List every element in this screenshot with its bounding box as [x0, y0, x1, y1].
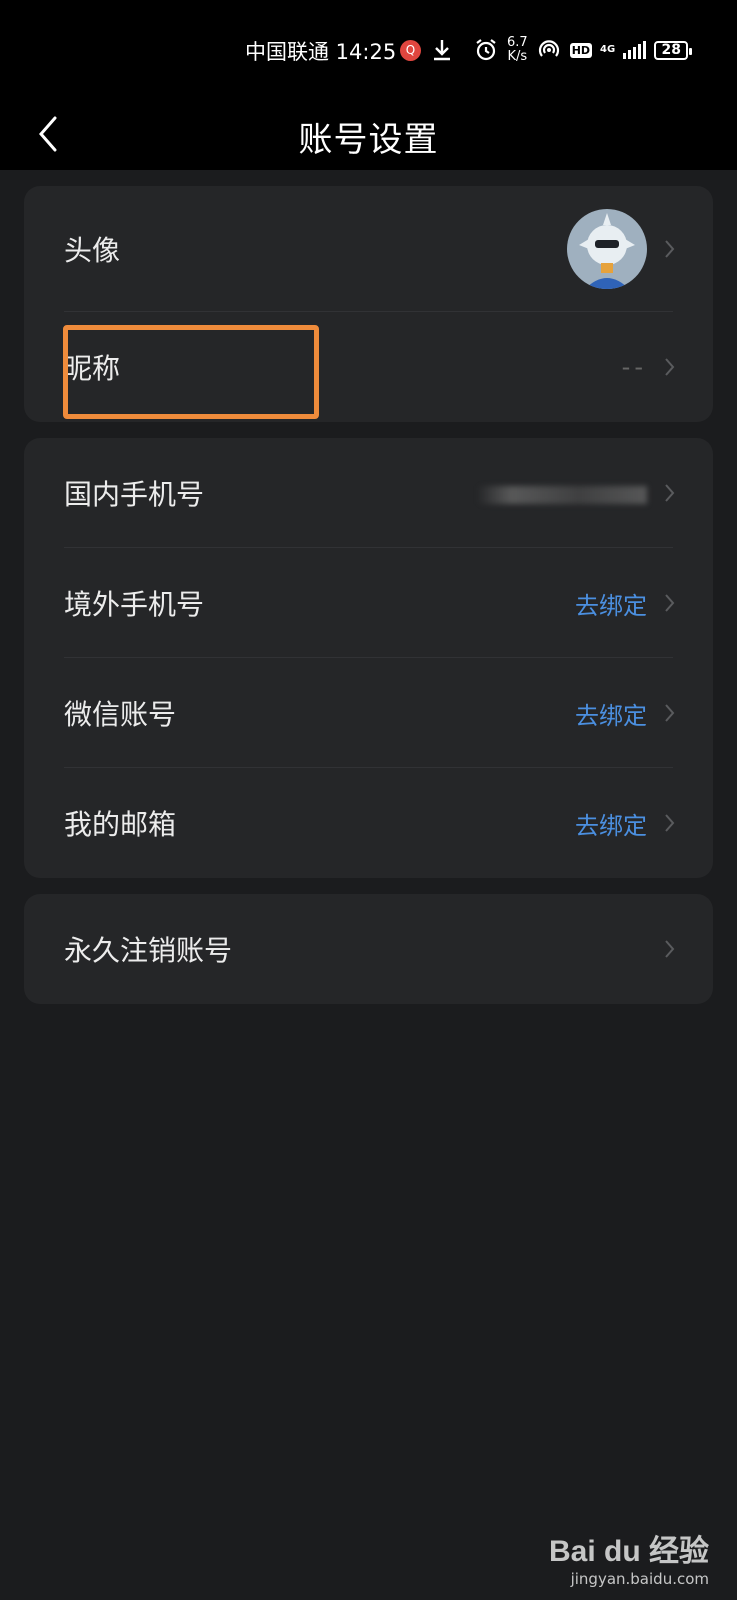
battery-icon: 28: [654, 40, 693, 60]
download-icon: [429, 37, 455, 63]
chevron-right-icon: [665, 704, 675, 722]
network-type: 4G: [600, 44, 616, 55]
bind-link[interactable]: 去绑定: [575, 696, 647, 731]
danger-card: 永久注销账号: [24, 894, 713, 1004]
bind-link[interactable]: 去绑定: [575, 806, 647, 841]
chevron-right-icon: [665, 940, 675, 958]
row-label: 国内手机号: [64, 478, 205, 511]
row-avatar[interactable]: 头像: [24, 186, 713, 312]
chevron-right-icon: [665, 358, 675, 376]
row-label: 头像: [64, 234, 121, 267]
chevron-right-icon: [665, 240, 675, 258]
row-label: 境外手机号: [64, 588, 205, 621]
watermark-url: jingyan.baidu.com: [570, 1570, 709, 1588]
page-title: 账号设置: [298, 120, 439, 160]
annotation-highlight-box: [63, 325, 319, 419]
avatar[interactable]: [567, 209, 647, 289]
bind-link[interactable]: 去绑定: [575, 586, 647, 621]
redacted-phone-number: [477, 486, 647, 504]
chevron-right-icon: [665, 814, 675, 832]
carrier-time: 中国联通 14:25: [245, 40, 397, 64]
chevron-right-icon: [665, 484, 675, 502]
row-label: 微信账号: [64, 698, 177, 731]
alarm-icon: [473, 37, 499, 63]
row-domestic-phone[interactable]: 国内手机号: [24, 438, 713, 548]
row-label: 永久注销账号: [64, 934, 233, 967]
status-icons: Q 6.7 K/s HD 4G 28: [400, 32, 693, 68]
row-delete-account[interactable]: 永久注销账号: [24, 894, 713, 1004]
app-header: 账号设置: [0, 100, 737, 170]
status-bar: 中国联通 14:25 Q 6.7 K/s HD 4G 28: [0, 0, 737, 100]
chevron-right-icon: [665, 594, 675, 612]
notification-icon: Q: [400, 39, 421, 61]
row-overseas-phone[interactable]: 境外手机号 去绑定: [24, 548, 713, 658]
bindings-card: 国内手机号 境外手机号 去绑定 微信账号 去绑定 我的邮箱 去绑定: [24, 438, 713, 878]
row-email[interactable]: 我的邮箱 去绑定: [24, 768, 713, 878]
network-speed: 6.7 K/s: [507, 35, 528, 64]
watermark-logo: Bai du 经验: [548, 1535, 709, 1568]
nickname-value: --: [621, 353, 647, 381]
row-wechat[interactable]: 微信账号 去绑定: [24, 658, 713, 768]
hd-badge: HD: [569, 42, 593, 58]
hotspot-icon: [536, 37, 562, 63]
baidu-jingyan-watermark: Bai du 经验 jingyan.baidu.com: [549, 1526, 709, 1588]
row-label: 我的邮箱: [64, 808, 177, 841]
signal-icon: [623, 41, 647, 59]
